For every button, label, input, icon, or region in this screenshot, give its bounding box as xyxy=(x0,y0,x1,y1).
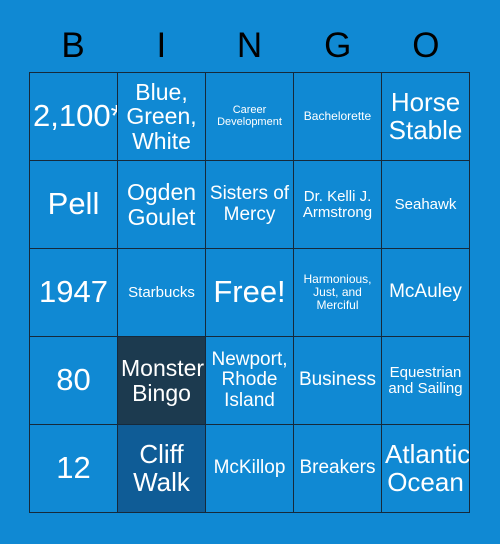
bingo-cell-r4c3[interactable]: Newport, Rhode Island xyxy=(206,337,294,425)
bingo-cell-r1c4[interactable]: Bachelorette xyxy=(294,73,382,161)
bingo-header-letter-o: O xyxy=(412,25,440,65)
bingo-cell-r5c1[interactable]: 12 xyxy=(30,425,118,513)
bingo-cell-r3c1[interactable]: 1947 xyxy=(30,249,118,337)
bingo-cell-r2c2[interactable]: Ogden Goulet xyxy=(118,161,206,249)
bingo-cell-label: Horse Stable xyxy=(388,86,463,145)
bingo-cell-r4c1[interactable]: 80 xyxy=(30,337,118,425)
bingo-cell-label: Sisters of Mercy xyxy=(209,183,290,225)
bingo-cell-r3c4[interactable]: Harmonious, Just, and Merciful xyxy=(294,249,382,337)
bingo-cell-label: Blue, Green, White xyxy=(126,78,197,154)
bingo-cell-r5c5[interactable]: Atlantic Ocean xyxy=(382,425,470,513)
bingo-cell-r5c4[interactable]: Breakers xyxy=(294,425,382,513)
bingo-cell-label: Pell xyxy=(47,186,100,222)
bingo-cell-label: Equestrian and Sailing xyxy=(388,363,463,397)
bingo-cell-label: Bachelorette xyxy=(303,109,372,124)
bingo-cell-label: 2,100* xyxy=(33,98,118,134)
bingo-header-row: BINGO xyxy=(29,20,470,70)
bingo-cell-label: 80 xyxy=(56,362,91,398)
bingo-grid: 2,100* Blue, Green, White Career Developme… xyxy=(29,72,470,513)
bingo-cell-r1c2[interactable]: Blue, Green, White xyxy=(118,73,206,161)
bingo-cell-label: Starbucks xyxy=(128,283,195,301)
bingo-cell-r1c3[interactable]: Career Development xyxy=(206,73,294,161)
bingo-cell-label: Career Development xyxy=(217,103,282,128)
bingo-cell-r4c2[interactable]: Monster Bingo xyxy=(118,337,206,425)
bingo-cell-r4c4[interactable]: Business xyxy=(294,337,382,425)
bingo-cell-label: Newport, Rhode Island xyxy=(211,349,288,411)
bingo-card: B I N G O 2,100* Blue, Green, White Career Dev… xyxy=(0,0,500,544)
bingo-cell-r2c1[interactable]: Pell xyxy=(30,161,118,249)
bingo-cell-label: 12 xyxy=(56,450,91,486)
bingo-cell-label: Atlantic Ocean xyxy=(385,438,470,497)
bingo-cell-r2c3[interactable]: Sisters of Mercy xyxy=(206,161,294,249)
bingo-cell-label: Free! xyxy=(213,274,286,310)
bingo-header-letter-b: B xyxy=(61,25,85,65)
bingo-cell-label: McKillop xyxy=(213,457,286,479)
bingo-cell-r3c5[interactable]: McAuley xyxy=(382,249,470,337)
bingo-cell-label: Dr. Kelli J. Armstrong xyxy=(302,187,373,221)
bingo-cell-label: Breakers xyxy=(299,457,376,479)
bingo-header-letter-n: N xyxy=(236,25,263,65)
bingo-cell-label: Ogden Goulet xyxy=(126,179,197,230)
bingo-cell-r2c5[interactable]: Seahawk xyxy=(382,161,470,249)
bingo-cell-r1c5[interactable]: Horse Stable xyxy=(382,73,470,161)
bingo-cell-label: Cliff Walk xyxy=(133,438,190,497)
bingo-cell-r1c1[interactable]: 2,100* xyxy=(30,73,118,161)
bingo-header-letter-i: I xyxy=(156,25,167,65)
bingo-cell-label: Harmonious, Just, and Merciful xyxy=(303,272,372,312)
bingo-cell-label: Monster Bingo xyxy=(121,355,205,406)
bingo-cell-r5c3[interactable]: McKillop xyxy=(206,425,294,513)
bingo-cell-r2c4[interactable]: Dr. Kelli J. Armstrong xyxy=(294,161,382,249)
bingo-header-letter-g: G xyxy=(324,25,352,65)
bingo-cell-label: McAuley xyxy=(389,281,462,303)
bingo-cell-label: Seahawk xyxy=(394,195,457,213)
bingo-cell-r4c5[interactable]: Equestrian and Sailing xyxy=(382,337,470,425)
bingo-cell-label: 1947 xyxy=(39,274,108,310)
bingo-cell-r3c2[interactable]: Starbucks xyxy=(118,249,206,337)
bingo-cell-r5c2[interactable]: Cliff Walk xyxy=(118,425,206,513)
bingo-cell-label: Business xyxy=(298,369,377,391)
bingo-cell-r3c3[interactable]: Free! xyxy=(206,249,294,337)
